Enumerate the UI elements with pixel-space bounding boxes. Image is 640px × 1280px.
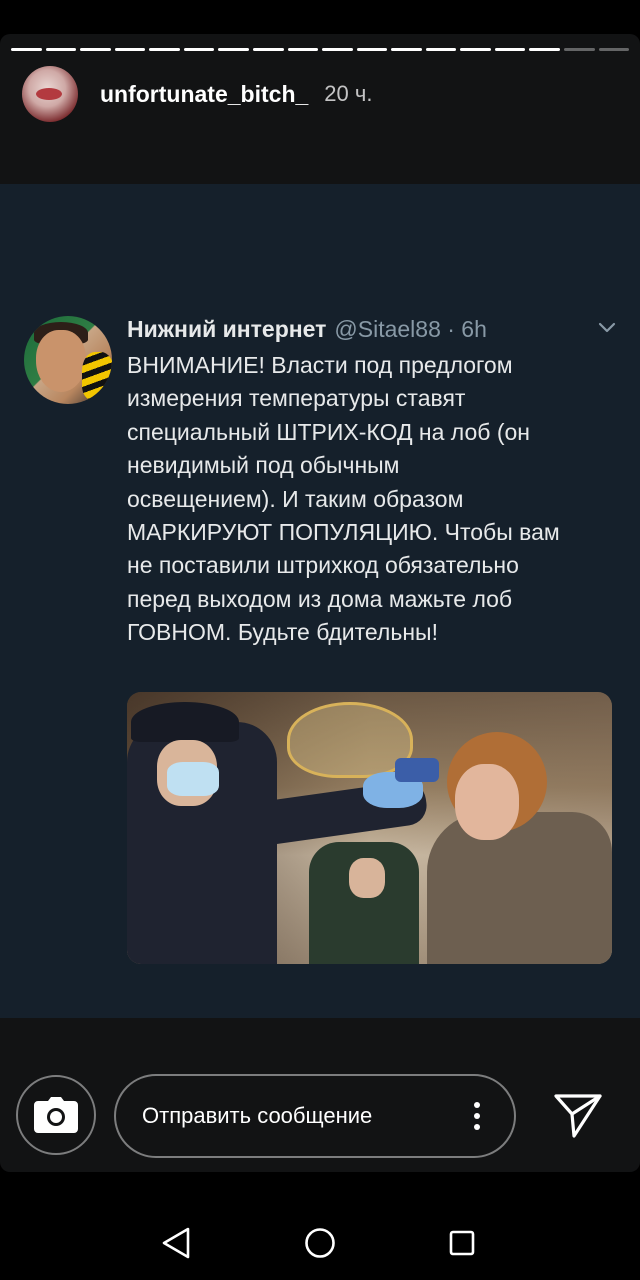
screen: unfortunate_bitch_ 20 ч. Нижний интернет… [0, 0, 640, 1280]
tweet-display-name: Нижний интернет [127, 316, 327, 342]
story-progress-segment [80, 48, 111, 51]
message-input[interactable]: Отправить сообщение [114, 1074, 516, 1158]
tweet-avatar-face [36, 330, 86, 392]
camera-button[interactable] [16, 1075, 96, 1155]
tweet-avatar-bee [82, 352, 112, 400]
story-time: 20 ч. [324, 81, 373, 106]
photo-officer-background-face [349, 858, 385, 898]
android-navigation-bar [0, 1200, 640, 1280]
story-progress-segment [287, 48, 319, 51]
story-progress-segment [252, 48, 284, 51]
tweet-avatar [24, 316, 112, 404]
more-vertical-icon[interactable] [472, 1102, 482, 1130]
send-icon[interactable] [552, 1090, 604, 1142]
story-username[interactable]: unfortunate_bitch_ [100, 81, 308, 108]
story-header: unfortunate_bitch_ 20 ч. [22, 66, 372, 122]
story-progress-bar [11, 48, 630, 51]
avatar[interactable] [22, 66, 78, 122]
story-progress-segment [149, 48, 180, 51]
story-progress-segment [564, 48, 595, 51]
tweet-header: Нижний интернет @Sitael88 · 6h [127, 316, 620, 343]
tweet-handle-time: @Sitael88 · 6h [334, 316, 487, 342]
tweet-text: ВНИМАНИЕ! Власти под предлогом измерения… [127, 352, 560, 646]
chevron-down-icon [598, 322, 616, 333]
thermometer-icon [395, 758, 439, 782]
story-progress-segment [183, 48, 215, 51]
photo-woman-face [455, 764, 519, 840]
story-progress-segment [322, 48, 353, 51]
story-progress-segment [494, 48, 526, 51]
story-progress-segment [11, 48, 42, 51]
home-icon[interactable] [304, 1227, 336, 1259]
camera-icon [34, 1097, 78, 1133]
story-progress-segment [598, 48, 630, 51]
photo-officer-mask [167, 762, 219, 796]
tweet-photo [127, 692, 612, 964]
story-progress-segment [425, 48, 457, 51]
story-viewer[interactable]: unfortunate_bitch_ 20 ч. Нижний интернет… [0, 34, 640, 1172]
message-placeholder: Отправить сообщение [142, 1103, 373, 1128]
tweet-screenshot: Нижний интернет @Sitael88 · 6h ВНИМАНИЕ!… [0, 310, 640, 964]
story-progress-segment [460, 48, 491, 51]
story-progress-segment [114, 48, 146, 51]
story-progress-segment [218, 48, 249, 51]
story-progress-segment [391, 48, 422, 51]
back-icon[interactable] [160, 1226, 192, 1260]
photo-officer-cap [131, 702, 239, 742]
recent-apps-icon[interactable] [449, 1230, 475, 1256]
photo-woman-coat [427, 812, 612, 964]
story-progress-segment [45, 48, 77, 51]
story-progress-segment [529, 48, 560, 51]
story-progress-segment [356, 48, 388, 51]
